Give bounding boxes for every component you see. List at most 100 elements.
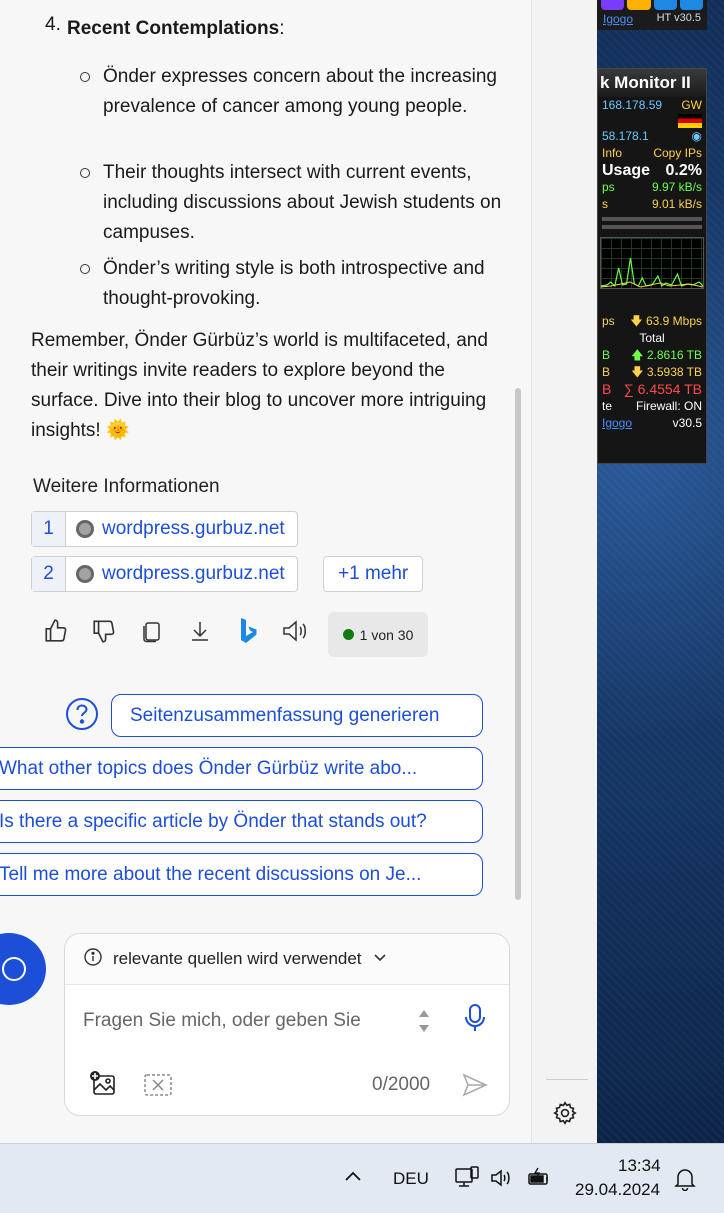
chat-area: 4. Recent Contemplations: Önder expresse…	[0, 0, 531, 1143]
network-icon[interactable]	[454, 1165, 480, 1196]
netmon-copy-ips[interactable]: Copy IPs	[653, 145, 702, 162]
suggestion-button[interactable]: Tell me more about the recent discussion…	[0, 853, 483, 896]
input-language[interactable]: DEU	[393, 1169, 429, 1189]
clock-time[interactable]: 13:34	[618, 1156, 661, 1176]
status-dot	[342, 629, 354, 640]
source-mode-label: relevante quellen wird verwendet	[113, 949, 362, 968]
notification-bell-icon[interactable]	[674, 1167, 696, 1196]
bullet-marker	[80, 72, 90, 82]
chevron-down-icon	[372, 949, 388, 970]
character-counter: 0/2000	[372, 1074, 431, 1095]
widget-app-icon[interactable]	[601, 0, 625, 10]
network-monitor-widget: k Monitor II 168.178.59 GW 58.178.1 ◉ Info…	[597, 68, 707, 464]
resize-arrows-icon[interactable]	[417, 1008, 431, 1039]
netmon-down-total: 🡇 3.5938 TB	[631, 365, 702, 379]
netmon-firewall: Firewall: ON	[635, 399, 702, 413]
germany-flag-icon	[678, 114, 702, 128]
info-icon	[83, 947, 103, 972]
response-counter-text: 1 von 30	[359, 626, 414, 643]
source-number: 1	[32, 512, 66, 546]
bullet-text: Önder’s writing style is both introspect…	[103, 258, 485, 309]
chat-input-box: relevante quellen wird verwendet Fragen …	[64, 933, 510, 1116]
more-sources-button[interactable]: +1 mehr	[323, 556, 424, 592]
netmon-version: v30.5	[672, 416, 702, 430]
response-actions	[40, 615, 312, 647]
taskbar: DEU 13:34 29.04.2024	[0, 1143, 724, 1213]
bullet-text: Önder expresses concern about the increa…	[103, 66, 497, 117]
netmon-prefix-ps2: ps	[602, 314, 615, 328]
netmon-gw: GW	[681, 98, 702, 112]
netmon-rate2: 9.01 kB/s	[651, 197, 702, 211]
list-item-title: Recent Contemplations:	[67, 18, 285, 39]
globe-icon	[76, 520, 94, 538]
download-icon[interactable]	[184, 615, 216, 647]
widget-top: Igogo HT v30.5	[597, 0, 707, 30]
desktop-background: Igogo HT v30.5 k Monitor II 168.178.59 GW…	[597, 0, 724, 1143]
list-item-number: 4.	[45, 14, 61, 35]
right-rail	[531, 0, 597, 1143]
netmon-bar	[602, 217, 702, 221]
clock-date[interactable]: 29.04.2024	[575, 1180, 660, 1200]
copy-icon[interactable]	[136, 615, 168, 647]
widget-top-version: HT v30.5	[656, 12, 701, 24]
netmon-bar	[602, 225, 702, 229]
thumbs-down-icon[interactable]	[88, 615, 120, 647]
new-topic-button[interactable]	[0, 933, 46, 1005]
gear-icon[interactable]	[552, 1100, 578, 1126]
globe-icon	[76, 565, 94, 583]
netmon-info[interactable]: Info	[602, 145, 622, 162]
netmon-prefix-te: te	[602, 399, 613, 413]
source-link[interactable]: 1 wordpress.gurbuz.net	[31, 511, 298, 547]
suggestion-button[interactable]: What other topics does Önder Gürbüz writ…	[0, 747, 483, 790]
netmon-traffic-graph	[600, 237, 704, 289]
source-link[interactable]: 2 wordpress.gurbuz.net	[31, 556, 298, 592]
widget-app-icon[interactable]	[627, 0, 651, 10]
chat-scrollbar[interactable]	[515, 388, 521, 900]
battery-icon[interactable]	[526, 1166, 552, 1195]
netmon-usage-value: 0.2%	[665, 162, 702, 179]
netmon-prefix-ps: ps	[602, 180, 615, 194]
source-label: wordpress.gurbuz.net	[102, 563, 285, 584]
netmon-prefix-b1: B	[602, 348, 611, 362]
show-hidden-icons-chevron-icon[interactable]	[343, 1168, 363, 1188]
screenshot-icon[interactable]	[143, 1072, 173, 1103]
bullet-marker	[80, 168, 90, 178]
suggestion-button[interactable]: Seitenzusammenfassung generieren	[111, 694, 483, 737]
netmon-ip2: 58.178.1	[602, 129, 649, 143]
netmon-speed: 🡇 63.9 Mbps	[630, 314, 702, 328]
source-label: wordpress.gurbuz.net	[102, 518, 285, 539]
netmon-title: k Monitor II	[598, 69, 706, 97]
netmon-usage-label: Usage	[602, 162, 651, 179]
sources-heading: Weitere Informationen	[33, 476, 220, 497]
netmon-rate1: 9.97 kB/s	[651, 180, 702, 194]
netmon-prefix-b2: B	[602, 365, 611, 379]
help-question-icon[interactable]	[65, 697, 99, 731]
source-number: 2	[32, 557, 66, 591]
netmon-total-label: Total	[639, 331, 665, 345]
widget-app-icon[interactable]	[653, 0, 677, 10]
netmon-prefix-b3: B	[602, 381, 612, 397]
suggestion-button[interactable]: Is there a specific article by Önder tha…	[0, 800, 483, 843]
volume-icon[interactable]	[490, 1168, 514, 1193]
bing-logo-icon[interactable]	[232, 615, 264, 647]
widget-app-icon[interactable]	[679, 0, 703, 10]
target-icon: ◉	[691, 129, 702, 143]
rail-divider	[546, 1079, 588, 1080]
netmon-sum-total: ∑ 6.4554 TB	[623, 381, 702, 397]
copilot-sidebar: 4. Recent Contemplations: Önder expresse…	[0, 0, 597, 1143]
speaker-icon[interactable]	[280, 615, 312, 647]
widget-top-link[interactable]: Igogo	[603, 12, 633, 26]
source-mode-selector[interactable]: relevante quellen wird verwendet	[65, 934, 509, 985]
netmon-up-total: 🡅 2.8616 TB	[631, 348, 702, 362]
netmon-link[interactable]: Igogo	[602, 415, 632, 432]
add-image-icon[interactable]	[89, 1070, 119, 1103]
netmon-ip1: 168.178.59	[602, 98, 663, 112]
chat-input[interactable]: Fragen Sie mich, oder geben Sie	[83, 1010, 361, 1032]
closing-paragraph: Remember, Önder Gürbüz’s world is multif…	[31, 330, 488, 441]
bullet-text: Their thoughts intersect with current ev…	[103, 162, 502, 243]
bullet-marker	[80, 264, 90, 274]
thumbs-up-icon[interactable]	[40, 615, 72, 647]
send-icon[interactable]	[461, 1072, 489, 1103]
response-counter: 1 von 30	[328, 612, 428, 657]
microphone-icon[interactable]	[463, 1002, 487, 1039]
